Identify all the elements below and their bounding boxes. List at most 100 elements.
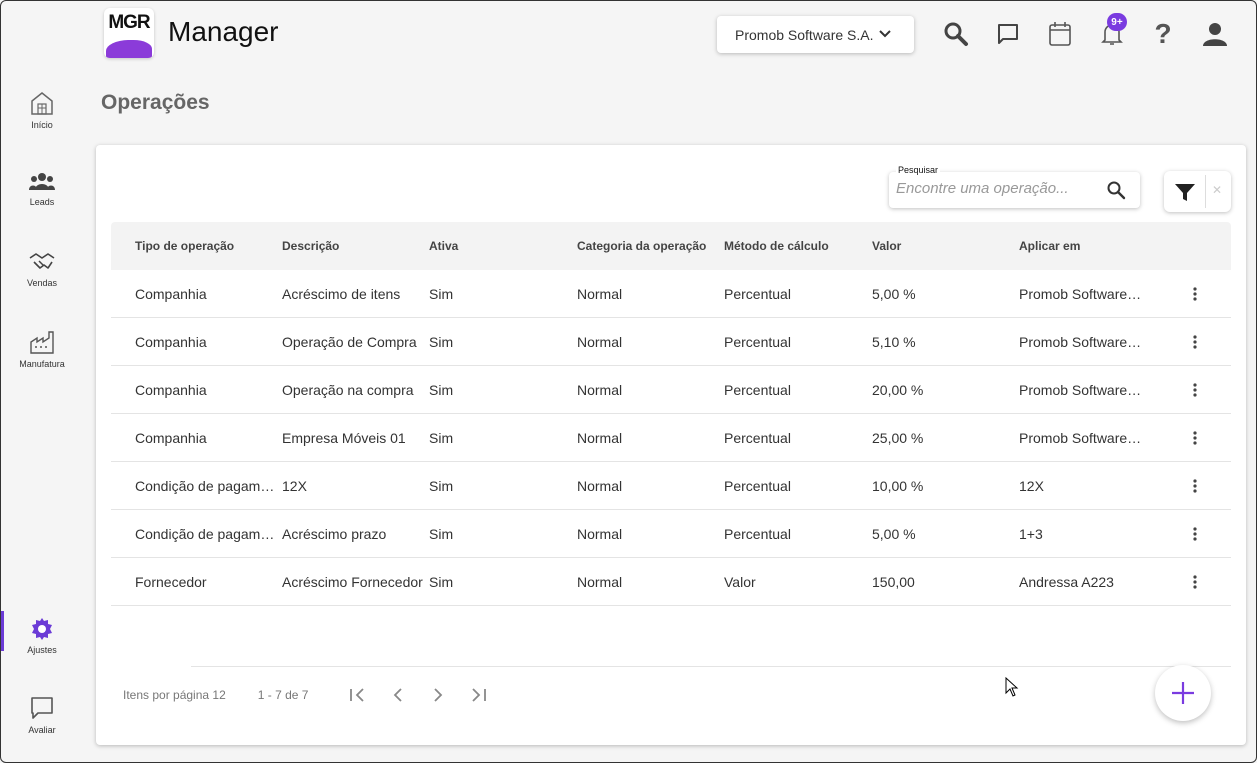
search-icon[interactable]	[942, 19, 970, 49]
table-cell: Acréscimo prazo	[282, 525, 387, 542]
table-cell: Companhia	[135, 429, 207, 446]
filter-icon	[1175, 184, 1195, 201]
search-box: Pesquisar	[889, 165, 1140, 208]
table-cell: Operação na compra	[282, 381, 414, 398]
column-header[interactable]: Aplicar em	[1019, 239, 1149, 253]
app-window: MGR Manager Promob Software S.A. 9+ ? In…	[0, 0, 1257, 763]
table-cell: Normal	[577, 573, 623, 590]
table-row[interactable]: Companhia Acréscimo de itens Sim Normal Perc…	[111, 270, 1231, 318]
column-header[interactable]: Ativa	[429, 239, 577, 253]
last-page-icon[interactable]	[468, 685, 488, 705]
search-label: Pesquisar	[896, 165, 941, 175]
column-header[interactable]: Tipo de operação	[135, 239, 282, 253]
help-icon[interactable]: ?	[1149, 18, 1177, 49]
table-cell: Percentual	[724, 333, 791, 350]
table-cell: Companhia	[135, 333, 207, 350]
sidebar-item-label: Manufatura	[19, 359, 65, 369]
more-vert-icon[interactable]	[1185, 284, 1205, 304]
table-cell: 5,00 %	[872, 525, 916, 542]
table-cell: Sim	[429, 573, 454, 590]
feedback-icon	[31, 697, 53, 719]
more-vert-icon[interactable]	[1185, 476, 1205, 496]
table-cell: Normal	[577, 381, 623, 398]
sidebar-item-ajustes[interactable]: Ajustes	[1, 611, 83, 655]
table-cell: 5,10 %	[872, 333, 916, 350]
table-row[interactable]: Companhia Operação na compra Sim Normal Perc…	[111, 366, 1231, 414]
sidebar-item-label: Ajustes	[27, 645, 57, 655]
sidebar-item-leads[interactable]: Leads	[1, 171, 83, 207]
company-name: Promob Software S.A.	[735, 26, 874, 43]
table-row[interactable]: Condição de pagamento 12X Sim Normal Percent…	[111, 462, 1231, 510]
table-row[interactable]: Fornecedor Acréscimo Fornecedor Sim Normal V…	[111, 558, 1231, 606]
plus-icon	[1172, 682, 1194, 704]
filter-divider	[1205, 175, 1206, 208]
table-cell: Promob Software S.A.	[1019, 381, 1149, 398]
clear-filter-icon[interactable]: ✕	[1212, 183, 1222, 197]
table-cell: Valor	[724, 573, 756, 590]
pagination: Itens por página 12 1 - 7 de 7	[123, 685, 508, 705]
sidebar-item-vendas[interactable]: Vendas	[1, 250, 83, 288]
add-operation-button[interactable]	[1155, 665, 1211, 721]
table-cell: Promob Software S.A.	[1019, 285, 1149, 302]
table-cell: Normal	[577, 333, 623, 350]
pager-divider	[191, 666, 1231, 667]
table-cell: 1+3	[1019, 525, 1043, 542]
more-vert-icon[interactable]	[1185, 524, 1205, 544]
app-title: Manager	[168, 16, 279, 47]
user-icon[interactable]	[1201, 19, 1229, 49]
first-page-icon[interactable]	[348, 685, 368, 705]
more-vert-icon[interactable]	[1185, 380, 1205, 400]
column-header[interactable]: Categoria da operação	[577, 239, 724, 253]
table-cell: Sim	[429, 381, 454, 398]
handshake-icon	[29, 253, 55, 269]
table-cell: Empresa Móveis 01	[282, 429, 406, 446]
sidebar-item-avaliar[interactable]: Avaliar	[1, 695, 83, 735]
table-cell: 12X	[1019, 477, 1044, 494]
company-selector[interactable]: Promob Software S.A.	[717, 16, 914, 53]
table-cell: Promob Software S.A.	[1019, 333, 1149, 350]
search-icon[interactable]	[1106, 180, 1126, 200]
calendar-icon[interactable]	[1046, 19, 1074, 49]
items-per-page[interactable]: Itens por página 12	[123, 688, 226, 702]
table-body: Companhia Acréscimo de itens Sim Normal Perc…	[111, 270, 1231, 606]
more-vert-icon[interactable]	[1185, 428, 1205, 448]
table-cell: Percentual	[724, 525, 791, 542]
sidebar-item-manufatura[interactable]: Manufatura	[1, 329, 83, 369]
cursor-icon	[1005, 677, 1019, 697]
factory-icon	[30, 331, 54, 354]
table-header: Tipo de operação Descrição Ativa Categor…	[111, 222, 1231, 270]
sidebar-item-label: Início	[31, 120, 53, 130]
table-row[interactable]: Condição de pagamento Acréscimo prazo Sim N…	[111, 510, 1231, 558]
table-row[interactable]: Companhia Empresa Móveis 01 Sim Normal Perce…	[111, 414, 1231, 462]
home-icon	[31, 92, 53, 115]
table-row[interactable]: Companhia Operação de Compra Sim Normal Perc…	[111, 318, 1231, 366]
chevron-down-icon	[879, 30, 891, 38]
prev-page-icon[interactable]	[388, 685, 408, 705]
sidebar-item-label: Vendas	[26, 278, 58, 288]
page-title: Operações	[101, 91, 210, 114]
sidebar-item-inicio[interactable]: Início	[1, 90, 83, 130]
column-header[interactable]: Descrição	[282, 239, 429, 253]
sidebar-item-label: Avaliar	[28, 725, 56, 735]
app-logo[interactable]: MGR	[104, 8, 154, 58]
more-vert-icon[interactable]	[1185, 332, 1205, 352]
column-header[interactable]: Valor	[872, 239, 1019, 253]
table-cell: 25,00 %	[872, 429, 924, 446]
people-icon	[29, 173, 55, 190]
more-vert-icon[interactable]	[1185, 572, 1205, 592]
table-cell: Condição de pagamento	[135, 525, 282, 542]
column-header[interactable]: Método de cálculo	[724, 239, 872, 253]
sidebar-item-label: Leads	[29, 197, 55, 207]
table-cell: Sim	[429, 333, 454, 350]
search-input[interactable]	[896, 180, 1096, 197]
next-page-icon[interactable]	[428, 685, 448, 705]
filter-button[interactable]: ✕	[1164, 171, 1231, 212]
chat-icon[interactable]	[994, 19, 1022, 49]
table-cell: 150,00	[872, 573, 915, 590]
table-cell: Promob Software S.A.	[1019, 429, 1149, 446]
table-cell: Normal	[577, 525, 623, 542]
table-cell: Sim	[429, 477, 454, 494]
logo-shape	[106, 40, 152, 58]
table-cell: Percentual	[724, 477, 791, 494]
logo-text: MGR	[108, 12, 150, 33]
